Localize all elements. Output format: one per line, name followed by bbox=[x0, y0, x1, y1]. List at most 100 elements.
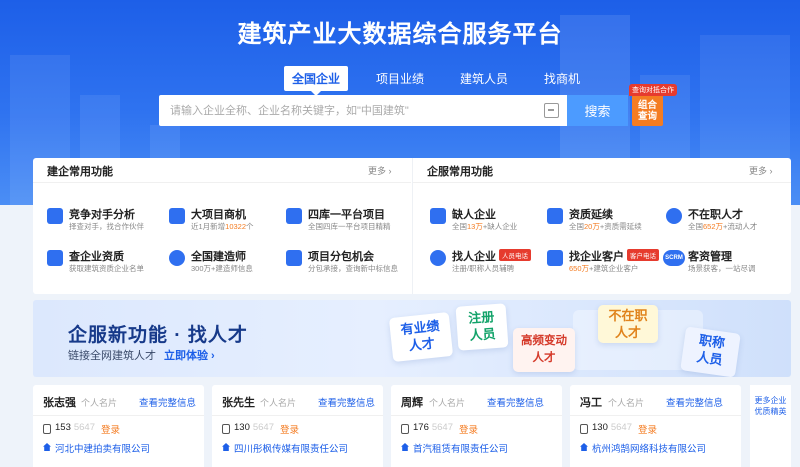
subtitle-text: 全国 bbox=[452, 222, 467, 231]
search-button[interactable]: 搜索 bbox=[567, 95, 628, 126]
more-link[interactable]: 更多 › bbox=[749, 164, 773, 177]
more-link[interactable]: 更多 › bbox=[368, 164, 392, 177]
feature-competitor-analysis[interactable]: 竞争对手分析 择查对手，找合作伙伴 bbox=[47, 206, 167, 236]
divider bbox=[570, 415, 741, 416]
company-name[interactable]: 杭州鸿鹄网络科技有限公司 bbox=[592, 441, 706, 455]
feature-understaffed-companies[interactable]: 缺人企业 全国13万+缺人企业 bbox=[430, 206, 550, 236]
feature-subtitle: 全国13万+缺人企业 bbox=[452, 221, 517, 232]
phone-icon bbox=[43, 424, 51, 434]
chip-label: 高频变动 人才 bbox=[521, 335, 567, 364]
feature-unemployed-talent[interactable]: 不在职人才 全国652万+流动人才 bbox=[666, 206, 786, 236]
login-link[interactable]: 登录 bbox=[638, 422, 657, 436]
subtitle-text: 全国 bbox=[569, 222, 584, 231]
feature-title: 找企业客户 客户电话 bbox=[569, 248, 659, 264]
view-full-info-link[interactable]: 查看完整信息 bbox=[666, 395, 723, 409]
tab-find-opportunities[interactable]: 找商机 bbox=[536, 66, 588, 91]
feature-title: 查企业资质 bbox=[69, 251, 124, 263]
card-type-label: 个人名片 bbox=[608, 398, 645, 408]
company-name[interactable]: 四川彤枫传媒有限责任公司 bbox=[234, 441, 348, 455]
feature-subtitle: 全国652万+流动人才 bbox=[688, 221, 757, 232]
banner-subtitle: 链接全网建筑人才 立即体验 › bbox=[68, 347, 215, 363]
card-type-label: 个人名片 bbox=[429, 398, 466, 408]
chip-performance-talent: 有业绩 人才 bbox=[388, 311, 454, 363]
feature-title: 找人企业 人员电话 bbox=[452, 248, 531, 264]
feature-title: 全国建造师 bbox=[191, 251, 246, 263]
person-icon bbox=[666, 208, 682, 224]
chip-registered-personnel: 注册 人员 bbox=[455, 303, 509, 351]
feature-national-builders[interactable]: 全国建造师 300万+建造师信息 bbox=[169, 248, 289, 278]
feature-title: 竞争对手分析 bbox=[69, 209, 135, 221]
subtitle-highlight: 20万 bbox=[584, 222, 600, 231]
phone-prefix: 176 bbox=[413, 422, 429, 433]
phone-prefix: 130 bbox=[234, 422, 250, 433]
combo-label-line1: 组合 bbox=[637, 100, 657, 111]
phone-badge: 人员电话 bbox=[499, 249, 531, 261]
phone-masked: 5647 bbox=[73, 422, 95, 433]
divider bbox=[33, 182, 411, 183]
home-icon bbox=[43, 443, 51, 451]
view-full-info-link[interactable]: 查看完整信息 bbox=[487, 395, 544, 409]
home-icon bbox=[580, 443, 588, 451]
subtitle-text: 近1月新增 bbox=[191, 222, 226, 231]
title-text: 找企业客户 bbox=[569, 251, 624, 263]
login-link[interactable]: 登录 bbox=[280, 422, 299, 436]
chip-label: 不在职 人才 bbox=[608, 308, 648, 340]
combo-label-line2: 查询 bbox=[637, 111, 657, 122]
person-card[interactable]: 冯工 个人名片 查看完整信息 130 5647 登录 杭州鸿鹄网络科技有限公司 bbox=[570, 385, 741, 467]
feature-title: 客资管理 bbox=[688, 251, 732, 263]
tab-project-performance[interactable]: 项目业绩 bbox=[368, 66, 432, 91]
person-name: 张志强 bbox=[43, 397, 76, 409]
phone-number: 176 5647 bbox=[413, 422, 453, 433]
subtitle-highlight: 652万 bbox=[703, 222, 724, 231]
subtitle-text: +缺人企业 bbox=[482, 222, 518, 231]
chip-frequent-change-talent: 高频变动 人才 bbox=[513, 328, 575, 372]
search-box bbox=[159, 95, 569, 126]
subtitle-text: 个 bbox=[246, 222, 254, 231]
person-card[interactable]: 周辉 个人名片 查看完整信息 176 5647 登录 首汽租赁有限责任公司 bbox=[391, 385, 562, 467]
chip-label: 有业绩 人才 bbox=[399, 318, 441, 354]
phone-number: 153 5647 bbox=[55, 422, 95, 433]
divider bbox=[391, 415, 562, 416]
feature-big-projects[interactable]: 大项目商机 近1月新增10322个 bbox=[169, 206, 289, 236]
view-full-info-link[interactable]: 查看完整信息 bbox=[318, 395, 375, 409]
company-name[interactable]: 河北中建拍卖有限公司 bbox=[55, 441, 150, 455]
login-link[interactable]: 登录 bbox=[459, 422, 478, 436]
login-link[interactable]: 登录 bbox=[101, 422, 120, 436]
person-card[interactable]: 张志强 个人名片 查看完整信息 153 5647 登录 河北中建拍卖有限公司 bbox=[33, 385, 204, 467]
feature-subtitle: 650万+建筑企业客户 bbox=[569, 263, 638, 274]
feature-hiring-companies[interactable]: 找人企业 人员电话 注册/职称人员辅聘 bbox=[430, 248, 550, 278]
combo-query-button[interactable]: 组合 查询 bbox=[632, 95, 663, 126]
certificate-icon bbox=[547, 208, 563, 224]
analysis-icon bbox=[47, 208, 63, 224]
tab-construction-personnel[interactable]: 建筑人员 bbox=[452, 66, 516, 91]
phone-prefix: 130 bbox=[592, 422, 608, 433]
feature-customer-management[interactable]: SCRM 客资管理 场景获客，一站尽调 bbox=[663, 248, 786, 278]
feature-qualification-renewal[interactable]: 资质延续 全国20万+资质需延续 bbox=[547, 206, 667, 236]
person-name: 张先生 bbox=[222, 397, 255, 409]
feature-title: 四库一平台项目 bbox=[308, 209, 385, 221]
feature-company-qualification[interactable]: 查企业资质 获取建筑资质企业名单 bbox=[47, 248, 167, 278]
try-now-link[interactable]: 立即体验 › bbox=[164, 350, 215, 362]
tab-national-companies[interactable]: 全国企业 bbox=[284, 66, 349, 96]
service-functions: 企服常用功能 更多 › 缺人企业 全国13万+缺人企业 资质延续 全国20万+资… bbox=[412, 158, 791, 294]
subtitle-highlight: 10322 bbox=[225, 222, 247, 231]
feature-subcontract-opportunities[interactable]: 项目分包机会 分包承接，查询新中标信息 bbox=[286, 248, 406, 278]
phone-icon bbox=[401, 424, 409, 434]
scrm-icon: SCRM bbox=[663, 250, 685, 266]
feature-find-customers[interactable]: 找企业客户 客户电话 650万+建筑企业客户 bbox=[547, 248, 667, 278]
person-search-icon bbox=[430, 250, 446, 266]
page-title: 建筑产业大数据综合服务平台 bbox=[237, 21, 563, 48]
person-card[interactable]: 张先生 个人名片 查看完整信息 130 5647 登录 四川彤枫传媒有限责任公司 bbox=[212, 385, 383, 467]
feature-four-library-projects[interactable]: 四库一平台项目 全国四库一平台项目精精 bbox=[286, 206, 406, 236]
scan-icon[interactable] bbox=[544, 103, 559, 118]
subtitle-text: +流动人才 bbox=[723, 222, 758, 231]
more-elite-link[interactable]: 更多企业优质精英 bbox=[750, 385, 791, 467]
construction-functions: 建企常用功能 更多 › 竞争对手分析 择查对手，找合作伙伴 大项目商机 近1月新… bbox=[33, 158, 411, 294]
view-full-info-link[interactable]: 查看完整信息 bbox=[139, 395, 196, 409]
banner-subtitle-text: 链接全网建筑人才 bbox=[68, 350, 156, 362]
company-name[interactable]: 首汽租赁有限责任公司 bbox=[413, 441, 508, 455]
search-input[interactable] bbox=[159, 95, 539, 126]
home-icon bbox=[401, 443, 409, 451]
feature-title: 缺人企业 bbox=[452, 209, 496, 221]
promo-banner[interactable]: 企服新功能 · 找人才 链接全网建筑人才 立即体验 › 有业绩 人才 注册 人员 … bbox=[33, 300, 791, 377]
